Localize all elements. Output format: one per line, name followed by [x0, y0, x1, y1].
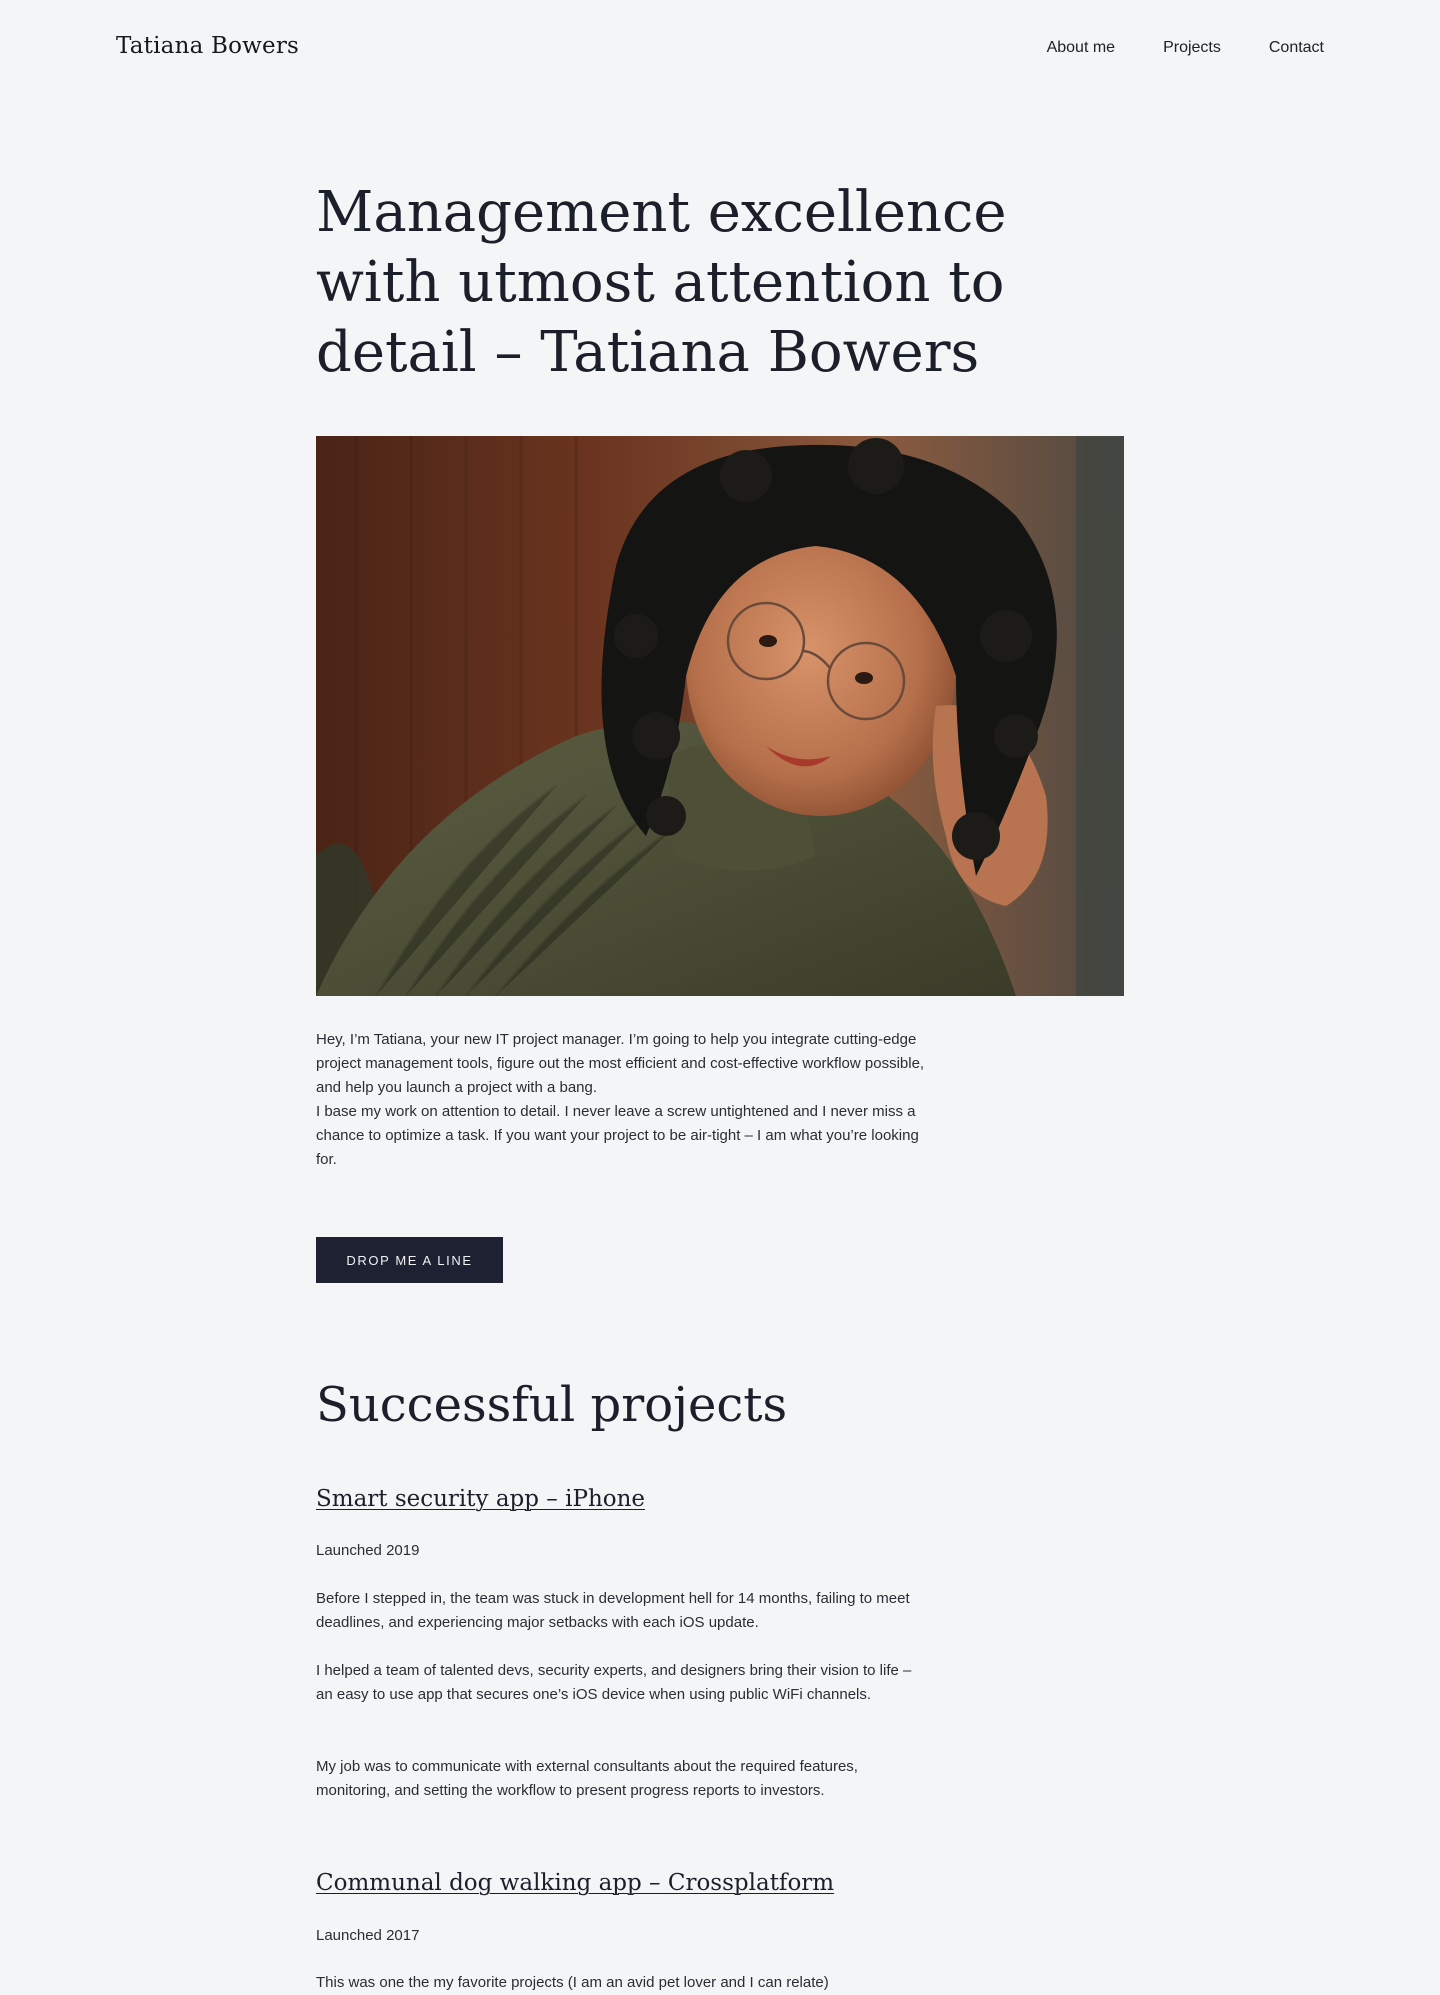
project-description: My job was to communicate with external …	[316, 1758, 858, 1799]
intro-paragraph-1: Hey, I’m Tatiana, your new IT project ma…	[316, 1031, 925, 1096]
project-description: I helped a team of talented devs, securi…	[316, 1662, 912, 1703]
intro-text: Hey, I’m Tatiana, your new IT project ma…	[316, 1028, 926, 1172]
hero-title: Management excellence with utmost attent…	[316, 180, 1007, 385]
portrait-illustration	[316, 436, 1124, 996]
project-description: Before I stepped in, the team was stuck …	[316, 1590, 910, 1631]
project-title-smart-security-app[interactable]: Smart security app – iPhone	[316, 1484, 645, 1514]
site-title-link[interactable]: Tatiana Bowers	[116, 33, 299, 59]
project-launched-date: Launched 2019	[316, 1542, 420, 1559]
project-description: This was one the my favorite projects (I…	[316, 1974, 829, 1991]
portrait-photo	[316, 436, 1124, 996]
intro-paragraph-2: I base my work on attention to detail. I…	[316, 1103, 919, 1168]
project-launched-date: Launched 2017	[316, 1927, 420, 1944]
nav-link-projects[interactable]: Projects	[1163, 39, 1221, 57]
drop-me-a-line-button[interactable]: DROP ME A LINE	[316, 1237, 503, 1283]
nav-link-contact[interactable]: Contact	[1269, 39, 1324, 57]
main-nav: About me Projects Contact	[1047, 39, 1324, 57]
site-header: Tatiana Bowers About me Projects Contact	[0, 0, 1440, 100]
project-title-communal-dog-walking-app[interactable]: Communal dog walking app – Crossplatform	[316, 1868, 834, 1898]
nav-link-about-me[interactable]: About me	[1047, 39, 1115, 57]
projects-section-title: Successful projects	[316, 1377, 788, 1433]
